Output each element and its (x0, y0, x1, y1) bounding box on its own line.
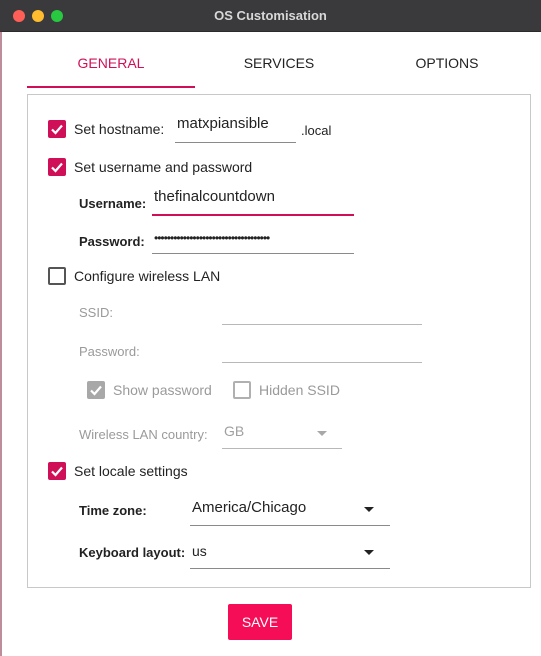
keyboard-label: Keyboard layout: (79, 545, 186, 560)
show-password-checkbox[interactable] (87, 381, 105, 399)
wlan-password-label: Password: (79, 344, 140, 359)
hostname-suffix: .local (301, 123, 332, 138)
window-title: OS Customisation (214, 8, 327, 23)
username-label: Username: (79, 196, 147, 211)
locale-checkbox[interactable] (48, 462, 66, 480)
checkmark-icon (51, 466, 63, 477)
keyboard-value: us (192, 543, 207, 559)
wlan-country-select[interactable]: GB (222, 419, 342, 449)
hostname-checkbox[interactable] (48, 120, 66, 138)
wlan-country-value: GB (224, 423, 245, 439)
general-settings-panel: Set hostname: matxpiansible .local Set u… (27, 94, 531, 588)
checkmark-icon (51, 124, 63, 135)
password-input[interactable]: •••••••••••••••••••••••••••••••••••• (152, 227, 354, 254)
hidden-ssid-checkbox[interactable] (233, 381, 251, 399)
ssid-input[interactable] (222, 297, 422, 325)
tab-general[interactable]: GENERAL (27, 40, 195, 88)
show-password-label: Show password (113, 382, 212, 398)
chevron-down-icon (364, 550, 374, 555)
wlan-password-input[interactable] (222, 335, 422, 363)
window-edge (0, 31, 2, 656)
hidden-ssid-label: Hidden SSID (259, 382, 340, 398)
save-button[interactable]: SAVE (228, 604, 292, 640)
user-label: Set username and password (74, 159, 253, 175)
hostname-value: matxpiansible (177, 115, 269, 132)
password-value: •••••••••••••••••••••••••••••••••••• (154, 231, 270, 245)
password-label: Password: (79, 234, 145, 249)
checkmark-icon (51, 162, 63, 173)
checkmark-icon (90, 385, 102, 396)
locale-label: Set locale settings (74, 463, 188, 479)
timezone-value: America/Chicago (192, 499, 307, 516)
wlan-label: Configure wireless LAN (74, 268, 221, 284)
hostname-input[interactable]: matxpiansible (175, 115, 296, 143)
username-value: thefinalcountdown (154, 188, 275, 205)
user-checkbox[interactable] (48, 158, 66, 176)
wlan-checkbox[interactable] (48, 267, 66, 285)
title-bar: OS Customisation (0, 0, 541, 32)
tab-bar: GENERAL SERVICES OPTIONS (27, 40, 531, 88)
ssid-label: SSID: (79, 305, 113, 320)
username-input[interactable]: thefinalcountdown (152, 188, 354, 216)
keyboard-select[interactable]: us (190, 537, 390, 569)
chevron-down-icon (364, 507, 374, 512)
timezone-select[interactable]: America/Chicago (190, 494, 390, 526)
os-customisation-window: OS Customisation GENERAL SERVICES OPTION… (0, 0, 541, 656)
wlan-country-label: Wireless LAN country: (79, 427, 208, 442)
timezone-label: Time zone: (79, 503, 147, 518)
tab-services[interactable]: SERVICES (195, 40, 363, 88)
chevron-down-icon (317, 431, 327, 436)
hostname-label: Set hostname: (74, 121, 165, 137)
tab-options[interactable]: OPTIONS (363, 40, 531, 88)
